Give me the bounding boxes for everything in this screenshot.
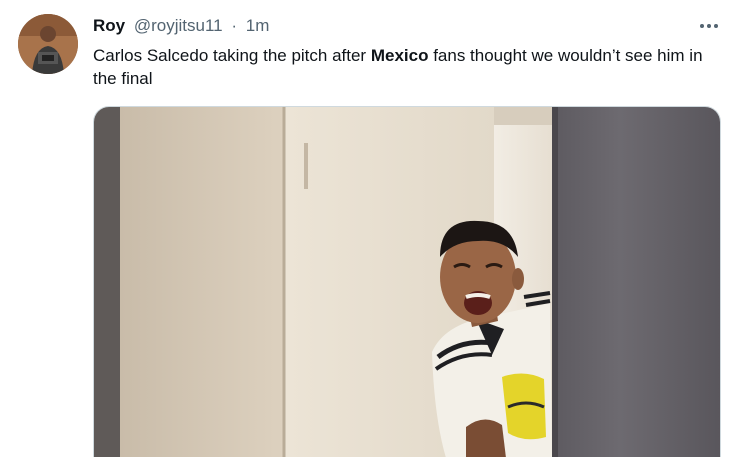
user-handle[interactable]: @royjitsu11 (134, 16, 223, 35)
more-horizontal-icon (700, 24, 718, 28)
separator-dot: · (231, 16, 238, 35)
timestamp[interactable]: 1m (246, 16, 270, 35)
tweet-header: Roy @royjitsu11 · 1m (93, 15, 269, 37)
tweet-media-photo[interactable] (93, 106, 721, 457)
tweet-text-bold: Mexico (370, 46, 429, 65)
tweet-card: Roy @royjitsu11 · 1m Carlos Salcedo taki… (0, 0, 740, 457)
display-name[interactable]: Roy (93, 16, 125, 35)
avatar[interactable] (18, 14, 78, 74)
tweet-text-part1: Carlos Salcedo taking the pitch after (93, 46, 371, 65)
more-options-button[interactable] (694, 14, 724, 38)
tweet-text: Carlos Salcedo taking the pitch after Me… (93, 44, 723, 90)
